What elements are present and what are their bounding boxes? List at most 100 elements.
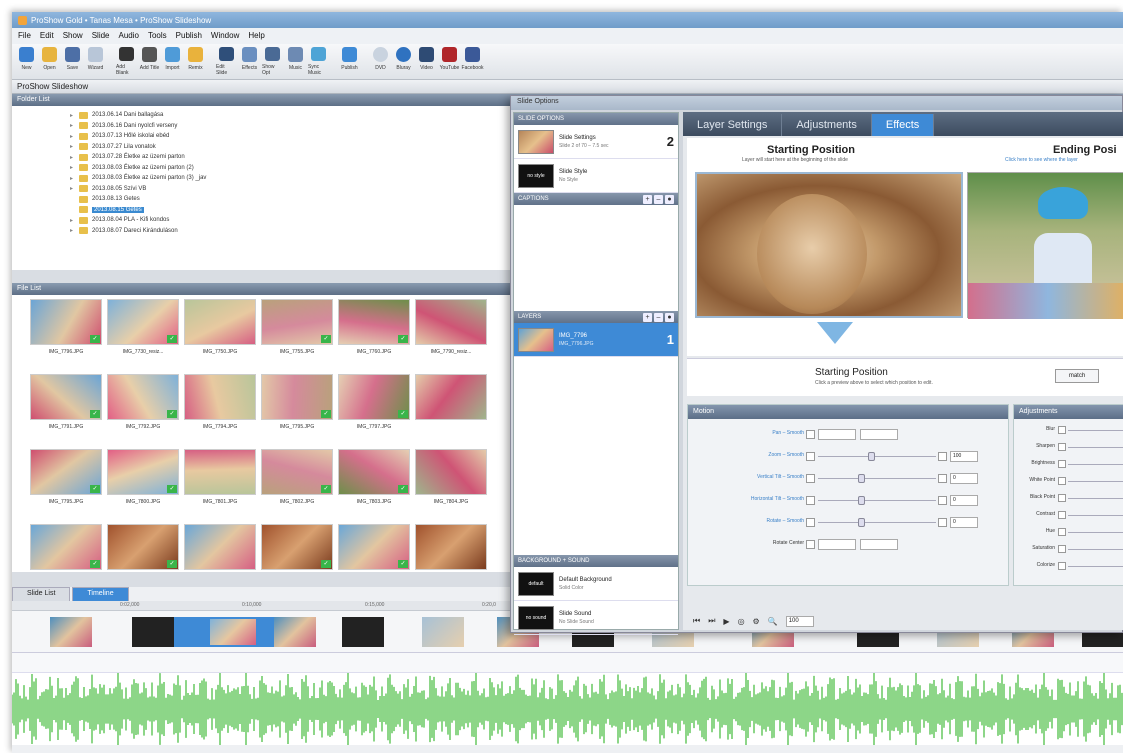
slide-style-item[interactable]: no style Slide Style No Style bbox=[514, 159, 678, 193]
motion-value[interactable]: 0 bbox=[950, 517, 978, 528]
remix-button[interactable]: Remix bbox=[185, 47, 206, 76]
timeline-slide[interactable] bbox=[50, 617, 92, 647]
coord-field[interactable] bbox=[818, 429, 856, 440]
folder-item[interactable]: ▸ 2013.08.03 Életke az üzemi parton (2) bbox=[70, 163, 510, 174]
adjustment-toggle[interactable] bbox=[1058, 477, 1066, 485]
slide-sound-item[interactable]: no sound Slide Sound No Slide Sound bbox=[514, 601, 678, 635]
folder-item[interactable]: ▸ 2013.08.05 Szívi VB bbox=[70, 184, 510, 195]
file-thumbnail[interactable]: ✓ IMG_7760.JPG bbox=[338, 299, 410, 359]
menu-slide[interactable]: Slide bbox=[92, 31, 110, 41]
file-thumbnail[interactable]: ✓ IMG_7791.JPG bbox=[30, 374, 102, 434]
skip-forward-icon[interactable]: ⏭ bbox=[708, 616, 715, 626]
file-thumbnail[interactable]: IMG_7794.JPG bbox=[184, 374, 256, 434]
tab-layer-settings[interactable]: Layer Settings bbox=[683, 114, 783, 136]
music-button[interactable]: Music bbox=[285, 47, 306, 76]
expand-arrow-icon[interactable]: ▸ bbox=[70, 185, 75, 192]
edit-slide-button[interactable]: Edit Slide bbox=[216, 47, 237, 76]
reset-toggle[interactable] bbox=[938, 452, 947, 461]
adjustment-slider[interactable] bbox=[1068, 566, 1123, 567]
folder-item-selected[interactable]: 2013.08.15 Getes bbox=[70, 205, 510, 216]
keyframe-toggle[interactable] bbox=[806, 474, 815, 483]
file-thumbnail[interactable]: ✓ IMG_7802.JPG bbox=[261, 449, 333, 509]
show-options-button[interactable]: Show Opt bbox=[262, 47, 283, 76]
remove-layer-button[interactable]: – bbox=[654, 312, 663, 322]
file-thumbnail[interactable]: ✓ bbox=[338, 524, 410, 584]
file-thumbnail[interactable]: ✓ IMG_7792.JPG bbox=[107, 374, 179, 434]
adjustment-toggle[interactable] bbox=[1058, 426, 1066, 434]
loop-icon[interactable]: ◎ bbox=[738, 617, 745, 626]
menu-edit[interactable]: Edit bbox=[40, 31, 54, 41]
adjustment-toggle[interactable] bbox=[1058, 443, 1066, 451]
motion-slider-knob[interactable] bbox=[858, 496, 865, 505]
ending-position-sub[interactable]: Click here to see where the layer bbox=[1005, 157, 1078, 163]
file-thumbnail[interactable]: ✓ IMG_7800.JPG bbox=[107, 449, 179, 509]
expand-arrow-icon[interactable]: ▸ bbox=[70, 133, 75, 140]
menu-window[interactable]: Window bbox=[211, 31, 239, 41]
file-thumbnail[interactable]: IMG_7804.JPG bbox=[415, 449, 487, 509]
publish-button[interactable]: Publish bbox=[339, 47, 360, 76]
keyframe-toggle[interactable] bbox=[806, 452, 815, 461]
file-thumbnail[interactable]: ✓ bbox=[30, 524, 102, 584]
match-button[interactable]: match bbox=[1055, 369, 1099, 383]
layer-settings-button[interactable]: ● bbox=[665, 312, 674, 322]
motion-value[interactable]: 0 bbox=[950, 495, 978, 506]
adjustment-toggle[interactable] bbox=[1058, 511, 1066, 519]
reset-toggle[interactable] bbox=[938, 474, 947, 483]
open-button[interactable]: Open bbox=[39, 47, 60, 76]
video-button[interactable]: Video bbox=[416, 47, 437, 76]
sync-music-button[interactable]: Sync Music bbox=[308, 47, 329, 76]
motion-slider-track[interactable] bbox=[818, 500, 936, 501]
adjustment-slider[interactable] bbox=[1068, 481, 1123, 482]
motion-slider-track[interactable] bbox=[818, 522, 936, 523]
default-background-item[interactable]: default Default Background Solid Color bbox=[514, 567, 678, 601]
adjustment-slider[interactable] bbox=[1068, 464, 1123, 465]
caption-settings-button[interactable]: ● bbox=[665, 194, 674, 204]
reset-toggle[interactable] bbox=[938, 496, 947, 505]
file-thumbnail[interactable]: ✓ IMG_7797.JPG bbox=[338, 374, 410, 434]
add-blank-button[interactable]: Add Blank bbox=[116, 47, 137, 76]
dvd-button[interactable]: DVD bbox=[370, 47, 391, 76]
keyframe-toggle[interactable] bbox=[806, 496, 815, 505]
keyframe-toggle[interactable] bbox=[806, 518, 815, 527]
facebook-button[interactable]: Facebook bbox=[462, 47, 483, 76]
timeline-slide[interactable] bbox=[422, 617, 464, 647]
motion-slider-knob[interactable] bbox=[858, 474, 865, 483]
reset-toggle[interactable] bbox=[938, 518, 947, 527]
menu-file[interactable]: File bbox=[18, 31, 31, 41]
settings-icon[interactable]: ⚙ bbox=[753, 617, 760, 626]
folder-item[interactable]: ▸ 2013.07.27 Lila vonatok bbox=[70, 142, 510, 153]
new-button[interactable]: New bbox=[16, 47, 37, 76]
expand-arrow-icon[interactable]: ▸ bbox=[70, 227, 75, 234]
file-thumbnail[interactable] bbox=[415, 524, 487, 584]
adjustment-toggle[interactable] bbox=[1058, 528, 1066, 536]
file-thumbnail[interactable] bbox=[184, 524, 256, 584]
adjustment-slider[interactable] bbox=[1068, 549, 1123, 550]
save-button[interactable]: Save bbox=[62, 47, 83, 76]
tab-adjustments[interactable]: Adjustments bbox=[782, 114, 872, 136]
file-thumbnail[interactable]: ✓ IMG_7796.JPG bbox=[30, 299, 102, 359]
adjustment-slider[interactable] bbox=[1068, 515, 1123, 516]
adjustment-toggle[interactable] bbox=[1058, 460, 1066, 468]
file-thumbnail[interactable]: ✓ IMG_7795.JPG bbox=[30, 449, 102, 509]
bluray-button[interactable]: Bluray bbox=[393, 47, 414, 76]
tab-effects[interactable]: Effects bbox=[871, 114, 935, 136]
menu-audio[interactable]: Audio bbox=[119, 31, 139, 41]
timeline-slide[interactable] bbox=[132, 617, 174, 647]
file-thumbnail[interactable]: IMG_7801.JPG bbox=[184, 449, 256, 509]
folder-item[interactable]: 2013.08.13 Getes bbox=[70, 194, 510, 205]
file-thumbnail[interactable]: ✓ IMG_7755.JPG bbox=[261, 299, 333, 359]
keyframe-toggle[interactable] bbox=[806, 540, 815, 549]
folder-item[interactable]: ▸ 2013.06.14 Dani ballagása bbox=[70, 110, 510, 121]
starting-position-image[interactable] bbox=[695, 172, 963, 318]
file-thumbnail[interactable]: ✓ IMG_7795.JPG bbox=[261, 374, 333, 434]
file-thumbnail[interactable]: IMG_7750.JPG bbox=[184, 299, 256, 359]
magnify-icon[interactable]: 🔍 bbox=[768, 617, 778, 626]
expand-arrow-icon[interactable]: ▸ bbox=[70, 164, 75, 171]
effects-button[interactable]: Effects bbox=[239, 47, 260, 76]
expand-arrow-icon[interactable]: ▸ bbox=[70, 154, 75, 161]
zoom-field[interactable]: 100 bbox=[785, 615, 814, 627]
folder-item[interactable]: ▸ 2013.08.03 Életke az üzemi parton (3) _… bbox=[70, 173, 510, 184]
adjustment-slider[interactable] bbox=[1068, 532, 1123, 533]
expand-arrow-icon[interactable]: ▸ bbox=[70, 143, 75, 150]
play-icon[interactable]: ▶ bbox=[723, 617, 729, 626]
